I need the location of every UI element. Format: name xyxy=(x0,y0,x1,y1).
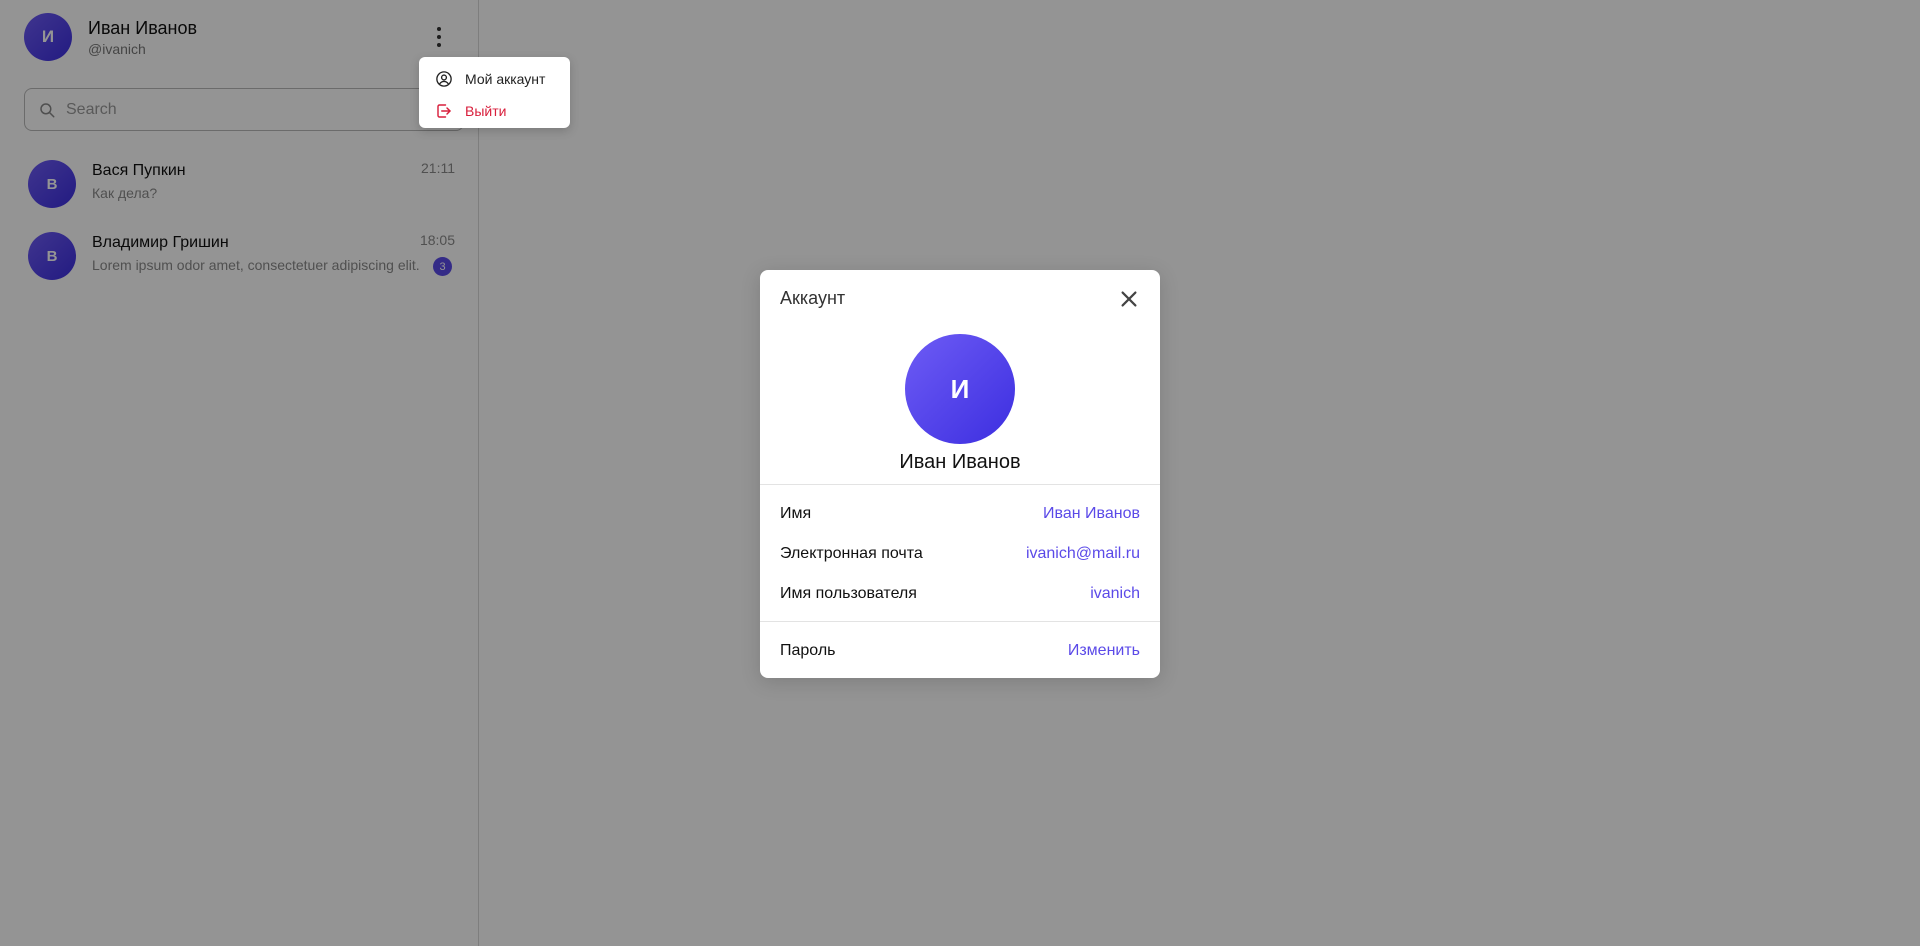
divider xyxy=(760,484,1160,485)
password-label: Пароль xyxy=(780,642,836,659)
menu-item-label: Мой аккаунт xyxy=(465,71,546,87)
account-modal: Аккаунт И Иван Иванов Имя Иван Иванов Эл… xyxy=(760,270,1160,678)
logout-icon xyxy=(437,104,451,118)
info-value[interactable]: Иван Иванов xyxy=(1043,505,1140,523)
info-row-name: Имя Иван Иванов xyxy=(780,502,1140,526)
account-name: Иван Иванов xyxy=(899,451,1021,473)
info-row-password: Пароль Изменить xyxy=(780,639,1140,663)
divider xyxy=(760,621,1160,622)
info-label: Электронная почта xyxy=(780,545,923,562)
menu-item-logout[interactable]: Выйти xyxy=(419,95,570,127)
info-value[interactable]: ivanich@mail.ru xyxy=(1026,545,1140,563)
modal-title: Аккаунт xyxy=(780,288,846,308)
info-label: Имя xyxy=(780,505,812,522)
user-menu: Мой аккаунт Выйти xyxy=(419,57,570,128)
info-value[interactable]: ivanich xyxy=(1090,585,1140,603)
info-row-username: Имя пользователя ivanich xyxy=(780,582,1140,606)
menu-item-label: Выйти xyxy=(465,103,507,119)
change-password-link[interactable]: Изменить xyxy=(1068,642,1140,660)
info-row-email: Электронная почта ivanich@mail.ru xyxy=(780,542,1140,566)
menu-item-my-account[interactable]: Мой аккаунт xyxy=(419,63,570,95)
close-icon[interactable] xyxy=(1118,288,1140,310)
user-circle-icon xyxy=(436,71,452,87)
info-label: Имя пользователя xyxy=(780,585,917,602)
account-avatar: И xyxy=(905,334,1015,444)
